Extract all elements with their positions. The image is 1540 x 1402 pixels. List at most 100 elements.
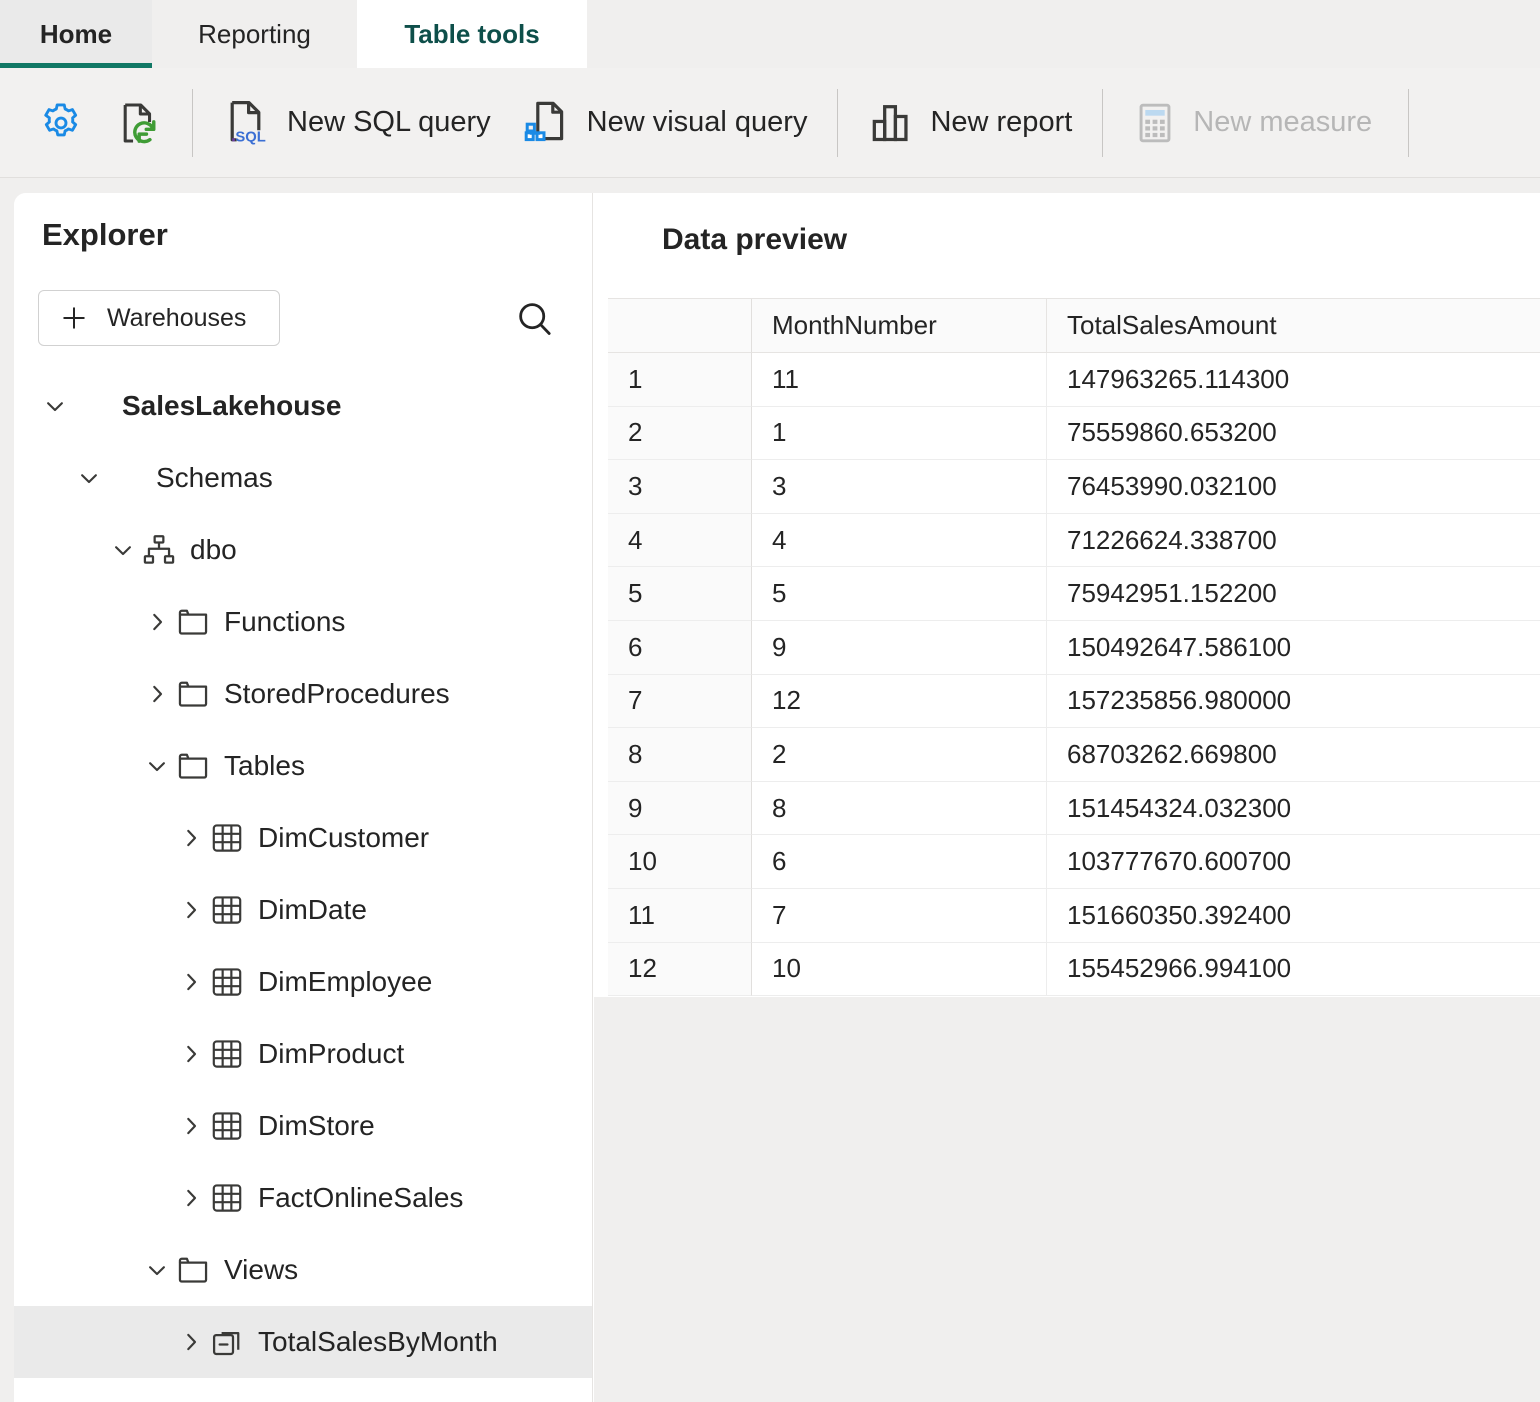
tab-table-tools-label: Table tools: [404, 18, 540, 49]
tree-item-storedprocedures[interactable]: StoredProcedures: [14, 658, 592, 730]
table-cell: 1: [752, 406, 1047, 461]
new-report-label: New report: [930, 106, 1073, 138]
tree-item-dimdate[interactable]: DimDate: [14, 874, 592, 946]
refresh-button[interactable]: [100, 87, 178, 159]
table-row[interactable]: 9 8 151454324.032300: [608, 781, 1540, 836]
toolbar: SQL New SQL query New visual query New r…: [0, 68, 1540, 178]
chevron-down-icon[interactable]: [106, 533, 140, 567]
view-icon: [208, 1323, 246, 1361]
folder-icon: [174, 1251, 212, 1289]
chevron-right-icon[interactable]: [174, 821, 208, 855]
chevron-right-icon[interactable]: [174, 893, 208, 927]
tree-item-dbo[interactable]: dbo: [14, 514, 592, 586]
tab-table-tools[interactable]: Table tools: [357, 0, 587, 68]
chevron-down-icon[interactable]: [38, 389, 72, 423]
table-icon: [208, 1107, 246, 1145]
tree-item-tables[interactable]: Tables: [14, 730, 592, 802]
folder-icon: [174, 675, 212, 713]
table-cell: 103777670.600700: [1047, 835, 1540, 889]
tree-item-saleslakehouse[interactable]: SalesLakehouse: [14, 370, 592, 442]
table-cell: 151660350.392400: [1047, 889, 1540, 943]
tree-item-label: FactOnlineSales: [258, 1182, 464, 1213]
chevron-right-icon[interactable]: [140, 605, 174, 639]
schema-icon: [140, 531, 178, 569]
chevron-right-icon[interactable]: [174, 965, 208, 999]
chevron-down-icon[interactable]: [140, 749, 174, 783]
sql-document-icon: SQL: [223, 99, 271, 147]
table-cell: 4: [752, 513, 1047, 568]
table-row[interactable]: 11 7 151660350.392400: [608, 888, 1540, 943]
row-number-cell: 8: [608, 728, 752, 782]
new-measure-button[interactable]: New measure: [1117, 87, 1388, 159]
table-row[interactable]: 6 9 150492647.586100: [608, 620, 1540, 675]
table-row[interactable]: 1 11 147963265.114300: [608, 353, 1540, 407]
row-number-cell: 2: [608, 406, 752, 461]
bar-chart-icon: [868, 100, 914, 146]
chevron-right-icon[interactable]: [174, 1181, 208, 1215]
data-preview-grid: MonthNumber TotalSalesAmount 1 11 147963265.…: [608, 298, 1540, 997]
explorer-search-button[interactable]: [509, 293, 561, 345]
tree-item-schemas[interactable]: Schemas: [14, 442, 592, 514]
table-cell: 5: [752, 567, 1047, 621]
table-cell: 147963265.114300: [1047, 353, 1540, 407]
table-cell: 151454324.032300: [1047, 782, 1540, 836]
plus-icon: [59, 303, 89, 333]
table-cell: 150492647.586100: [1047, 621, 1540, 675]
table-row[interactable]: 4 4 71226624.338700: [608, 513, 1540, 568]
settings-button[interactable]: [22, 87, 100, 159]
folder-icon: [174, 747, 212, 785]
new-visual-query-button[interactable]: New visual query: [507, 87, 824, 159]
add-warehouses-label: Warehouses: [107, 303, 247, 332]
calculator-icon: [1133, 101, 1177, 145]
chevron-right-icon[interactable]: [174, 1109, 208, 1143]
preview-empty-area: [594, 997, 1540, 1402]
tree-item-dimemployee[interactable]: DimEmployee: [14, 946, 592, 1018]
tree-item-dimcustomer[interactable]: DimCustomer: [14, 802, 592, 874]
row-number-cell: 11: [608, 888, 752, 943]
table-row[interactable]: 7 12 157235856.980000: [608, 674, 1540, 729]
tree-item-dimproduct[interactable]: DimProduct: [14, 1018, 592, 1090]
tree-item-dimstore[interactable]: DimStore: [14, 1090, 592, 1162]
column-header[interactable]: MonthNumber: [752, 299, 1047, 353]
column-header[interactable]: TotalSalesAmount: [1047, 299, 1540, 353]
data-preview-title: Data preview: [662, 223, 848, 256]
chevron-down-icon[interactable]: [140, 1253, 174, 1287]
chevron-right-icon[interactable]: [140, 677, 174, 711]
table-row[interactable]: 12 10 155452966.994100: [608, 942, 1540, 997]
table-row[interactable]: 8 2 68703262.669800: [608, 728, 1540, 782]
tab-home[interactable]: Home: [0, 0, 152, 68]
tree-item-factonlinesales[interactable]: FactOnlineSales: [14, 1162, 592, 1234]
table-cell: 6: [752, 835, 1047, 889]
row-number-cell: 6: [608, 620, 752, 675]
table-cell: 11: [752, 353, 1047, 407]
chevron-down-icon[interactable]: [72, 461, 106, 495]
tree-item-label: SalesLakehouse: [122, 390, 342, 421]
new-sql-query-button[interactable]: SQL New SQL query: [207, 87, 507, 159]
table-row[interactable]: 3 3 76453990.032100: [608, 460, 1540, 514]
tree-item-label: Functions: [224, 606, 346, 637]
ribbon-tabs: Home Reporting Table tools: [0, 0, 1540, 68]
table-icon: [208, 819, 246, 857]
add-warehouses-button[interactable]: Warehouses: [38, 290, 280, 346]
tree-item-functions[interactable]: Functions: [14, 586, 592, 658]
new-report-button[interactable]: New report: [852, 87, 1088, 159]
table-row[interactable]: 10 6 103777670.600700: [608, 835, 1540, 889]
row-number-header: [608, 299, 752, 353]
visual-query-icon: [523, 99, 571, 147]
table-cell: 68703262.669800: [1047, 728, 1540, 782]
row-number-cell: 12: [608, 942, 752, 997]
row-number-cell: 10: [608, 835, 752, 889]
table-row[interactable]: 5 5 75942951.152200: [608, 567, 1540, 621]
tab-reporting[interactable]: Reporting: [152, 0, 357, 68]
row-number-cell: 3: [608, 460, 752, 514]
explorer-tree: SalesLakehouse Schemas dbo Functions StoredP…: [14, 370, 592, 1378]
tree-item-totalsalesbymonth[interactable]: TotalSalesByMonth: [14, 1306, 592, 1378]
chevron-right-icon[interactable]: [174, 1037, 208, 1071]
tree-item-label: dbo: [190, 534, 237, 565]
table-row[interactable]: 2 1 75559860.653200: [608, 406, 1540, 461]
row-number-cell: 5: [608, 567, 752, 621]
row-number-cell: 9: [608, 781, 752, 836]
chevron-right-icon[interactable]: [174, 1325, 208, 1359]
tree-item-views[interactable]: Views: [14, 1234, 592, 1306]
table-cell: 157235856.980000: [1047, 675, 1540, 729]
